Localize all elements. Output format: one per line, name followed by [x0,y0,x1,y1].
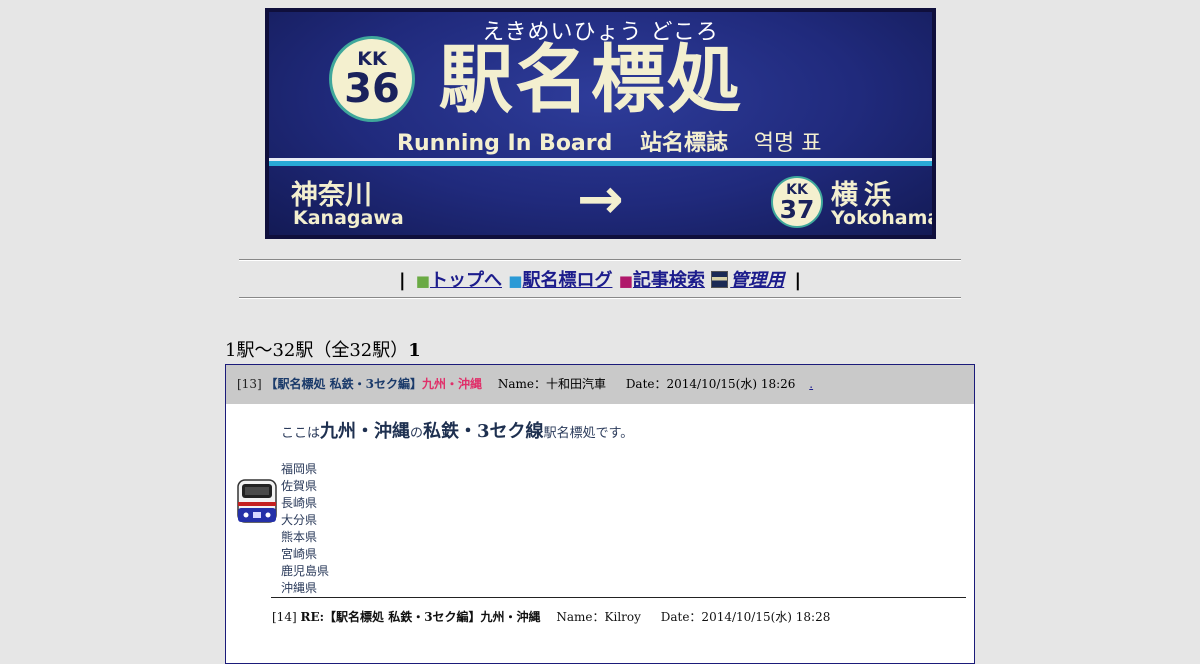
prev-station-roman: Kanagawa [293,207,404,229]
nav-separator: | [398,270,406,291]
next-station-number: 37 [779,195,815,224]
site-title: 駅名標処 [439,37,743,123]
post-number: [13] [237,377,262,391]
post-title: 【駅名標処 私鉄・3セク編】 [265,377,422,391]
thread-header: [13] 【駅名標処 私鉄・3セク編】九州・沖縄 Name：十和田汽車 Date… [226,365,974,404]
nav-link-log[interactable]: 駅名標ログ [522,270,612,291]
nav-bullet-icon: ■ [618,272,633,290]
prefecture-item: 福岡県 [281,462,318,476]
reply-header: [14] RE:【駅名標処 私鉄・3セク編】九州・沖縄 Name：Kilroy … [272,608,830,625]
nav-link-admin[interactable]: 管理用 [730,270,784,291]
next-station-number-badge: KK 37 [771,176,823,228]
intro-kind: 私鉄・3セク線 [423,421,544,442]
prefecture-item: 佐賀県 [281,479,318,493]
intro-post: 駅名標処です。 [543,426,634,441]
station-number-badge: KK 36 [329,36,415,122]
banner-stripe-blue [269,161,932,166]
nav-bullet-icon: ■ [415,272,430,290]
prefecture-item: 沖縄県 [281,581,318,595]
nav-link-search[interactable]: 記事検索 [633,270,705,291]
prefecture-item: 長崎県 [281,496,318,510]
prefecture-item: 鹿児島県 [281,564,330,578]
thread-post: [13] 【駅名標処 私鉄・3セク編】九州・沖縄 Name：十和田汽車 Date… [225,364,975,664]
post-author: Name：十和田汽車 [497,377,606,391]
next-station-roman: Yokohama [831,207,936,229]
intro-region: 九州・沖縄 [320,421,411,442]
nav-divider-bottom [239,297,961,299]
subtitle-ko: 역명 표 [753,131,822,156]
arrow-right-icon: → [577,167,624,232]
intro-pre: ここは [281,426,321,441]
train-icon [237,479,277,523]
reply-date: Date：2014/10/15(水) 18:28 [660,610,831,624]
prefecture-list: 福岡県 佐賀県 長崎県 大分県 熊本県 宮崎県 鹿児島県 沖縄県 [281,461,633,597]
reply-title: RE:【駅名標処 私鉄・3セク編】九州・沖縄 [300,610,541,624]
intro-mid: の [410,426,424,441]
post-body: ここは九州・沖縄の私鉄・3セク線駅名標処です。 福岡県 佐賀県 長崎県 大分県 … [281,417,633,597]
post-link[interactable]: . [809,377,813,391]
prefecture-item: 宮崎県 [281,547,318,561]
station-number: 36 [344,66,400,112]
subtitle-zh: 站名標誌 [640,131,729,156]
station-counter: 1駅～32駅（全32駅）1 [225,336,421,362]
reply-divider [271,597,966,598]
nav-separator: | [794,270,802,291]
post-date: Date：2014/10/15(水) 18:26 [625,377,796,391]
subtitle-en: Running In Board [397,131,613,156]
nav-bullet-icon: ■ [508,272,523,290]
main-nav: | ■トップへ ■駅名標ログ ■記事検索 管理用 | [0,266,1200,292]
nav-divider-top [239,259,961,261]
post-intro: ここは九州・沖縄の私鉄・3セク線駅名標処です。 [281,417,633,443]
page-link-current[interactable]: 1 [408,340,421,361]
reply-author: Name：Kilroy [556,610,641,624]
banner-subtitle: Running In Board 站名標誌 역명 표 [397,125,821,157]
header-banner: えきめいひょう どころ KK 36 駅名標処 Running In Board … [265,8,936,239]
post-category: 九州・沖縄 [422,377,483,391]
admin-icon [711,271,729,288]
reply-number: [14] [272,610,297,624]
prefecture-item: 大分県 [281,513,318,527]
nav-link-top[interactable]: トップへ [430,270,502,291]
counter-text: 1駅～32駅（全32駅） [225,340,409,361]
prefecture-item: 熊本県 [281,530,318,544]
